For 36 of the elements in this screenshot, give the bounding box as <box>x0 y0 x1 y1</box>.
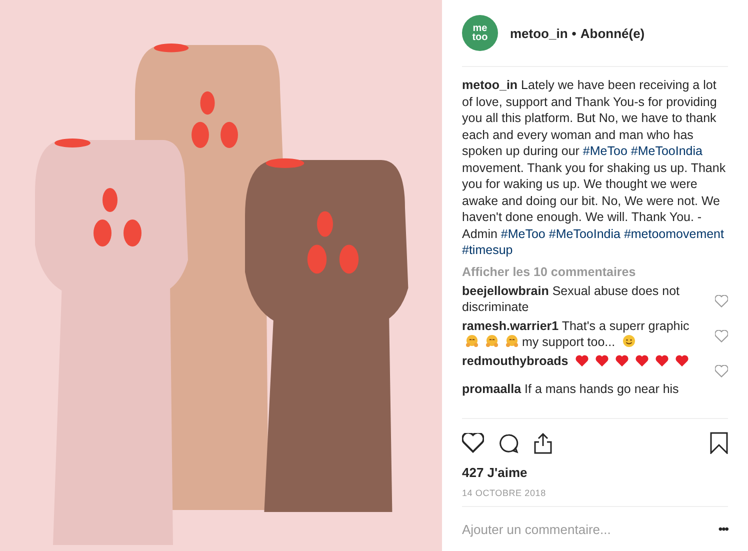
username-link[interactable]: metoo_in <box>510 26 568 40</box>
hugging-face-icon <box>465 334 479 348</box>
hashtag-link[interactable]: #MeToo <box>500 226 546 240</box>
heart-emoji-icon <box>594 354 609 366</box>
username-link[interactable]: metoo_in <box>462 78 518 92</box>
hashtag-link[interactable]: #timesup <box>462 243 513 257</box>
heart-emoji-icon <box>654 354 669 366</box>
comment-text: ramesh.warrier1 That's a superr graphic my support too... <box>462 318 690 350</box>
comment-text: promaalla If a mans hands go near his <box>462 380 680 396</box>
follow-status: Abonné(e) <box>580 26 645 40</box>
hugging-face-icon <box>505 334 519 348</box>
like-heart-icon[interactable] <box>462 433 484 453</box>
username-link[interactable]: beejellowbrain <box>462 284 549 298</box>
hashtag-link[interactable]: #MeTooIndia <box>630 144 702 158</box>
smiling-face-icon <box>622 334 636 348</box>
post-date: 14 OCTOBRE 2018 <box>462 488 547 498</box>
username-link[interactable]: promaalla <box>462 382 522 396</box>
share-upload-icon[interactable] <box>533 432 553 454</box>
hashtag-link[interactable]: #MeToo <box>582 144 628 158</box>
bookmark-icon[interactable] <box>710 432 728 454</box>
heart-emoji-icon <box>634 354 649 366</box>
heart-emoji-icon <box>614 354 629 366</box>
username-link[interactable]: ramesh.warrier1 <box>462 318 559 332</box>
profile-avatar[interactable]: me too <box>462 15 498 51</box>
likes-count[interactable]: 427 J'aime <box>462 465 728 480</box>
comment-input-field[interactable]: Ajouter un commentaire... <box>462 522 718 536</box>
hugging-face-icon <box>485 334 499 348</box>
hashtag-link[interactable]: #MeTooIndia <box>548 226 620 240</box>
hashtag-link[interactable]: #metoomovement <box>624 226 724 240</box>
separator-dot: • <box>572 26 576 40</box>
post-caption: metoo_in Lately we have been receiving a lot of love, support and Thank You-s for providing you all this platform. But No, we have to thank each and every woman and man who has spoken up during our #MeToo #MeTooIndia movement. Thank you for shaking us up. Thank you for waking us up. We thought we were awake and doing our bit. No, We were not. We haven't done enough. We will. Thank You. - Admin #MeToo #MeTooIndia #metoomovement #timesup <box>462 77 727 258</box>
heart-emoji-icon <box>674 354 689 366</box>
comment-bubble-icon[interactable] <box>498 432 519 454</box>
more-options-button[interactable]: ••• <box>718 522 728 536</box>
heart-emoji-icon <box>574 354 589 366</box>
username-link[interactable]: redmouthybroads <box>462 354 568 368</box>
